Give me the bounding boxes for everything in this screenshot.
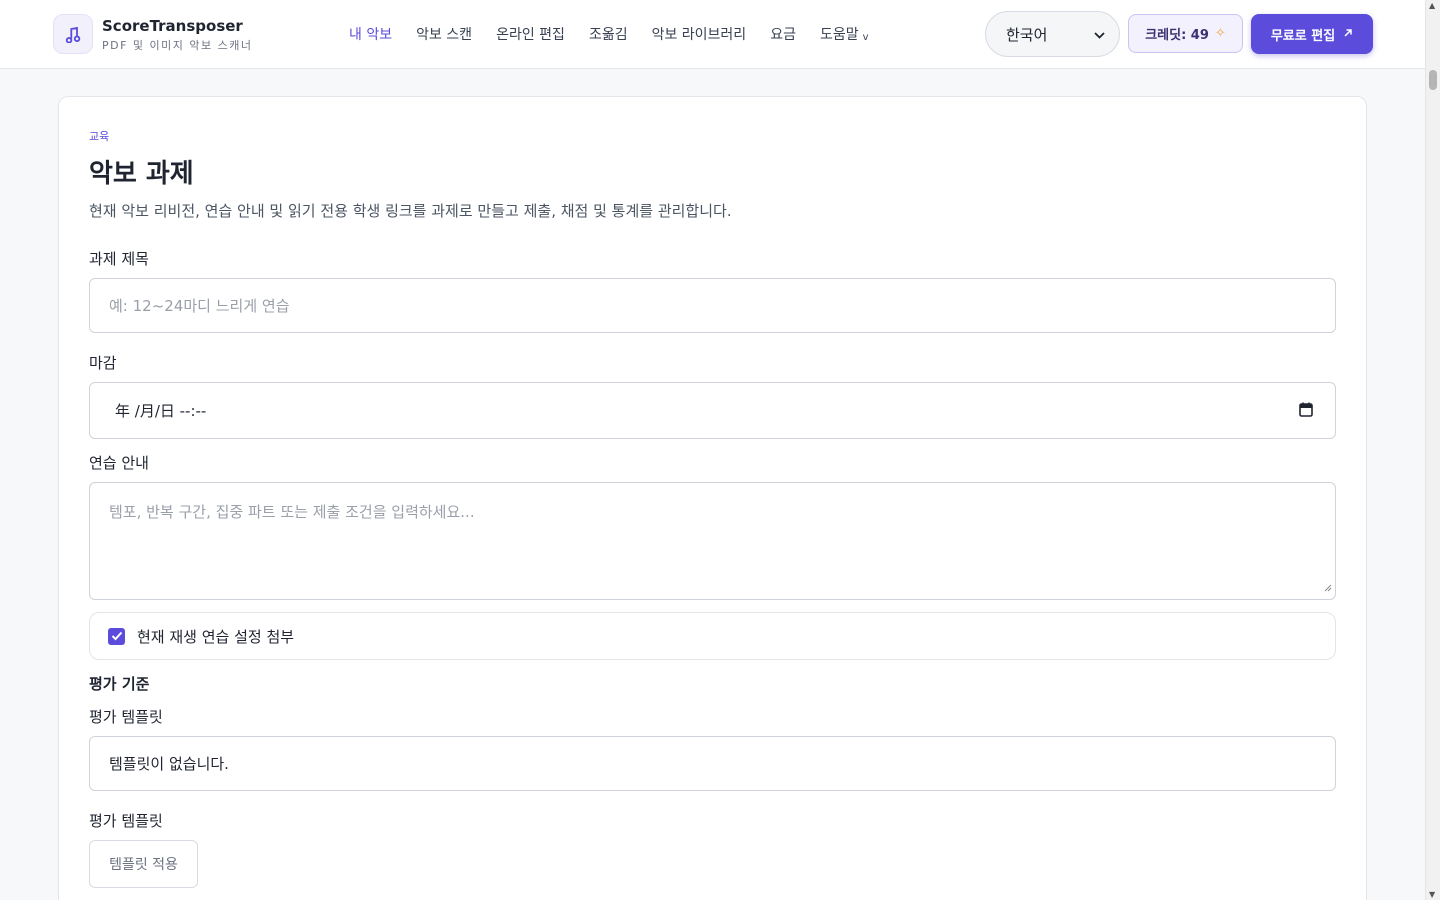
app-tagline: PDF 및 이미지 악보 스캐너 (102, 39, 253, 52)
credits-badge[interactable]: 크레딧: 49 ✧ (1128, 14, 1243, 53)
section-eyebrow: 교육 (89, 130, 110, 143)
app-name[interactable]: ScoreTransposer (102, 17, 243, 35)
practice-notes-placeholder: 템포, 반복 구간, 집중 파트 또는 제출 조건을 입력하세요... (109, 503, 475, 521)
top-navigation-bar: ScoreTransposer PDF 및 이미지 악보 스캐너 내 악보 악보… (0, 0, 1425, 69)
chevron-down-icon: v (862, 31, 869, 43)
calendar-icon[interactable] (1299, 402, 1313, 421)
attach-practice-settings-checkbox[interactable] (108, 627, 125, 645)
app-logo-icon[interactable] (53, 14, 93, 54)
apply-template-button[interactable]: 템플릿 적용 (89, 840, 198, 888)
page-title: 악보 과제 (89, 159, 194, 189)
nav-pricing[interactable]: 요금 (770, 24, 796, 44)
nav-transpose[interactable]: 조옮김 (589, 24, 628, 44)
credits-label: 크레딧: 49 (1145, 28, 1209, 43)
nav-score-library[interactable]: 악보 라이브러리 (652, 24, 747, 44)
nav-help-label: 도움말 (819, 27, 859, 43)
rubric-template-value: 템플릿이 없습니다. (109, 755, 229, 773)
due-date-input[interactable]: 年 /月/日 --:-- (89, 382, 1336, 439)
due-date-label: 마감 (89, 354, 117, 372)
assignment-title-input[interactable]: 예: 12~24마디 느리게 연습 (89, 278, 1336, 333)
assignment-title-placeholder: 예: 12~24마디 느리게 연습 (109, 297, 290, 315)
scroll-down-arrow-icon[interactable]: ▼ (1429, 890, 1435, 899)
practice-notes-textarea[interactable]: 템포, 반복 구간, 집중 파트 또는 제출 조건을 입력하세요... (89, 482, 1336, 600)
arrow-up-right-icon (1343, 27, 1353, 42)
language-select[interactable]: 한국어 (985, 11, 1120, 57)
nav-online-edit[interactable]: 온라인 편집 (496, 24, 565, 44)
rubric-template-label-secondary: 평가 템플릿 (89, 812, 163, 830)
scroll-up-arrow-icon[interactable]: ▲ (1429, 1, 1435, 10)
scrollbar-thumb[interactable] (1429, 70, 1437, 90)
rubric-template-label: 평가 템플릿 (89, 708, 163, 726)
nav-my-scores[interactable]: 내 악보 (349, 24, 392, 44)
attach-practice-settings-label: 현재 재생 연습 설정 첨부 (137, 627, 295, 646)
attach-practice-settings-row[interactable]: 현재 재생 연습 설정 첨부 (89, 612, 1336, 660)
page-description: 현재 악보 리비전, 연습 안내 및 읽기 전용 학생 링크를 과제로 만들고 … (89, 202, 732, 220)
language-value: 한국어 (1006, 25, 1048, 44)
page-scrollbar[interactable]: ▲ ▼ (1425, 0, 1440, 900)
rubric-template-select[interactable]: 템플릿이 없습니다. (89, 736, 1336, 791)
resize-handle-icon[interactable] (1324, 578, 1332, 596)
nav-help-menu[interactable]: 도움말 v (820, 24, 869, 44)
main-nav: 내 악보 악보 스캔 온라인 편집 조옮김 악보 라이브러리 요금 도움말 v (349, 24, 869, 44)
nav-scan-score[interactable]: 악보 스캔 (416, 24, 472, 44)
due-date-value: 年 /月/日 --:-- (115, 402, 207, 420)
free-edit-label: 무료로 편집 (1270, 28, 1336, 44)
rubric-section-title: 평가 기준 (89, 675, 150, 693)
free-edit-button[interactable]: 무료로 편집 (1251, 14, 1373, 54)
chevron-down-icon (1094, 25, 1105, 43)
sparkle-icon: ✧ (1214, 26, 1226, 41)
assignment-title-label: 과제 제목 (89, 250, 149, 268)
practice-notes-label: 연습 안내 (89, 454, 149, 472)
